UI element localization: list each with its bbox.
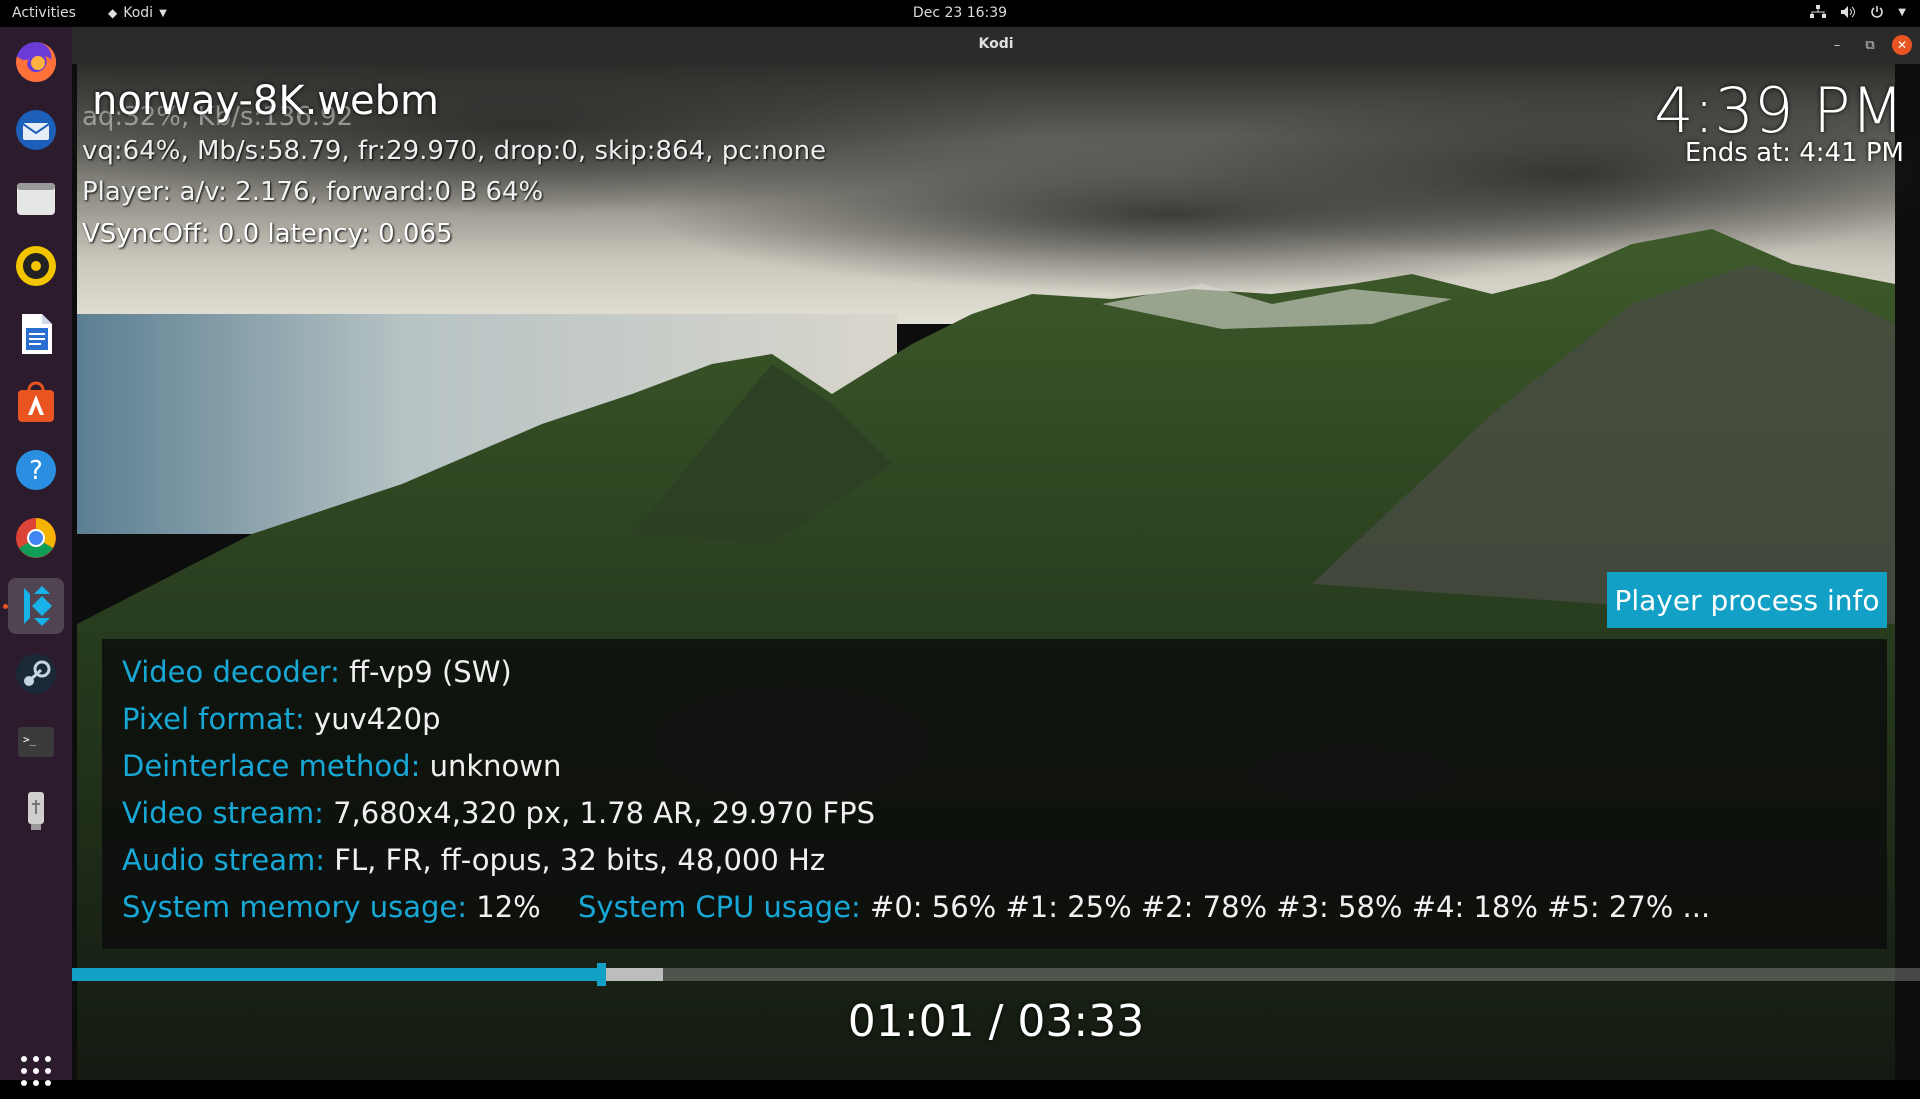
pixel-format-value: yuv420p: [314, 702, 441, 736]
minimize-button[interactable]: –: [1827, 35, 1847, 55]
chevron-down-icon: ▼: [1898, 6, 1906, 18]
app-menu[interactable]: ◆ Kodi ▼: [108, 5, 167, 21]
playback-time: 01:01 / 03:33: [847, 996, 1145, 1047]
dock-firefox[interactable]: [8, 34, 64, 90]
rhythmbox-icon: [16, 246, 56, 286]
show-apps-button[interactable]: [8, 1043, 64, 1099]
volume-icon: [1841, 6, 1856, 18]
dock-writer[interactable]: [8, 306, 64, 362]
dock-usb-drive[interactable]: [8, 782, 64, 838]
memory-usage-value: 12%: [476, 890, 541, 924]
thunderbird-icon: [16, 110, 56, 150]
restore-icon: ⧉: [1865, 37, 1875, 53]
dock-steam[interactable]: [8, 646, 64, 702]
ends-at-time: Ends at: 4:41 PM: [1684, 138, 1904, 168]
debug-vsync-line: VSyncOff: 0.0 latency: 0.065: [82, 219, 453, 249]
top-bar: Activities ◆ Kodi ▼ Dec 23 16:39 ▼: [0, 0, 1920, 27]
dock-terminal[interactable]: >_: [8, 714, 64, 770]
close-button[interactable]: ✕: [1892, 35, 1912, 55]
dock-kodi[interactable]: [8, 578, 64, 634]
debug-player-line: Player: a/v: 2.176, forward:0 B 64%: [82, 177, 544, 207]
cpu-usage-value: #0: 56% #1: 25% #2: 78% #3: 58% #4: 18% …: [870, 890, 1711, 924]
video-decoder-value: ff-vp9 (SW): [349, 655, 512, 689]
video-decoder-label: Video decoder:: [122, 655, 340, 689]
video-surface[interactable]: aq:32%, Kb/s:136.92 norway-8K.webm vq:64…: [72, 64, 1920, 1080]
kodi-icon: [24, 586, 52, 626]
kodi-window: Kodi – ⧉ ✕ aq:32%, Kb/s:136.92 norway-8K…: [72, 27, 1920, 1080]
cpu-usage-label: System CPU usage:: [578, 890, 861, 924]
deinterlace-label: Deinterlace method:: [122, 749, 421, 783]
system-tray[interactable]: ▼: [1810, 5, 1906, 19]
cpu-usage-row: System CPU usage: #0: 56% #1: 25% #2: 78…: [578, 890, 1710, 924]
svg-text:>_: >_: [23, 733, 37, 746]
video-stream-label: Video stream:: [122, 796, 324, 830]
chevron-down-icon: ▼: [159, 7, 167, 19]
dock-app-center[interactable]: [8, 374, 64, 430]
power-icon: [1871, 6, 1884, 18]
audio-stream-row: Audio stream: FL, FR, ff-opus, 32 bits, …: [122, 843, 825, 877]
memory-usage-row: System memory usage: 12%: [122, 890, 541, 924]
seek-bar-handle[interactable]: [596, 963, 606, 986]
kodi-small-icon: ◆: [108, 6, 118, 20]
window-titlebar[interactable]: Kodi – ⧉ ✕: [72, 27, 1920, 65]
player-process-info-panel: Video decoder: ff-vp9 (SW) Pixel format:…: [102, 639, 1887, 949]
dock-files[interactable]: [8, 170, 64, 226]
activities-button[interactable]: Activities: [12, 5, 76, 21]
dock-thunderbird[interactable]: [8, 102, 64, 158]
deinterlace-row: Deinterlace method: unknown: [122, 749, 561, 783]
memory-usage-label: System memory usage:: [122, 890, 468, 924]
datetime-clock[interactable]: Dec 23 16:39: [913, 5, 1007, 21]
pixel-format-row: Pixel format: yuv420p: [122, 702, 441, 736]
app-center-icon: [18, 381, 54, 422]
close-icon: ✕: [1896, 38, 1908, 52]
minimize-icon: –: [1833, 37, 1841, 53]
audio-stream-value: FL, FR, ff-opus, 32 bits, 48,000 Hz: [334, 843, 826, 877]
dock-chrome[interactable]: [8, 510, 64, 566]
seek-bar[interactable]: [72, 963, 1920, 986]
terminal-icon: >_: [18, 727, 54, 757]
restore-button[interactable]: ⧉: [1860, 35, 1880, 55]
firefox-icon: [16, 41, 57, 82]
help-icon: ?: [16, 450, 56, 490]
dock: ? >_: [0, 27, 72, 1086]
show-apps-grid-icon: [21, 1056, 51, 1086]
pixel-format-label: Pixel format:: [122, 702, 305, 736]
files-icon: [17, 183, 55, 215]
dock-rhythmbox[interactable]: [8, 238, 64, 294]
network-icon: [1810, 5, 1827, 18]
window-title: Kodi: [978, 36, 1014, 52]
audio-stream-label: Audio stream:: [122, 843, 326, 877]
video-filename: norway-8K.webm: [92, 78, 439, 124]
video-decoder-row: Video decoder: ff-vp9 (SW): [122, 655, 512, 689]
dock-help[interactable]: ?: [8, 442, 64, 498]
video-stream-row: Video stream: 7,680x4,320 px, 1.78 AR, 2…: [122, 796, 875, 830]
running-indicator: [3, 604, 8, 609]
debug-video-line: vq:64%, Mb/s:58.79, fr:29.970, drop:0, s…: [82, 136, 827, 166]
libreoffice-writer-icon: [22, 314, 52, 354]
seek-bar-progress: [72, 968, 601, 981]
usb-drive-icon: [28, 792, 44, 830]
svg-text:?: ?: [29, 456, 43, 486]
video-stream-value: 7,680x4,320 px, 1.78 AR, 29.970 FPS: [333, 796, 876, 830]
deinterlace-value: unknown: [429, 749, 562, 783]
current-time: 4:39 PM: [1654, 74, 1904, 147]
steam-icon: [16, 654, 56, 694]
player-process-info-button[interactable]: Player process info: [1607, 572, 1887, 628]
chrome-icon: [16, 518, 56, 558]
app-menu-label: Kodi: [123, 5, 154, 21]
